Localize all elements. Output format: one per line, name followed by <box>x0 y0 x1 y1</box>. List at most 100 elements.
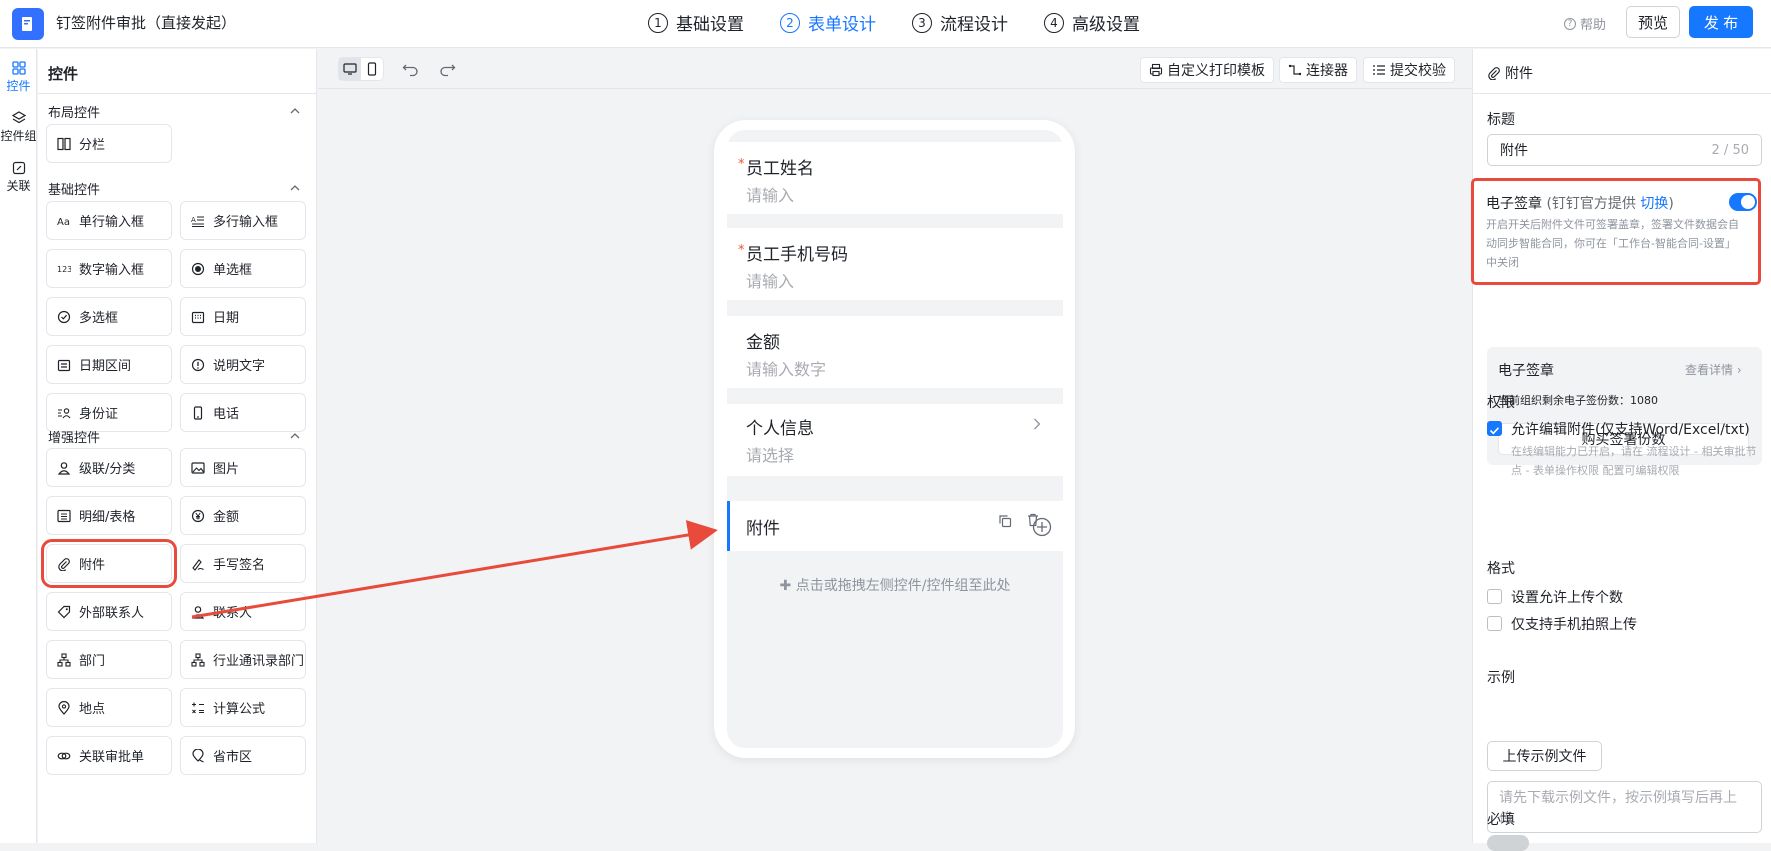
chevron-up-icon[interactable] <box>290 183 300 193</box>
app-icon <box>12 8 44 40</box>
control-industry-department[interactable]: 行业通讯录部门 <box>180 640 306 679</box>
control-label: 外部联系人 <box>79 606 145 621</box>
form-field-employee-name[interactable]: * 员工姓名 请输入 <box>727 142 1063 214</box>
copy-icon[interactable] <box>998 514 1012 528</box>
field-placeholder: 请选择 <box>746 446 795 465</box>
id-card-icon <box>58 407 71 418</box>
rail-label: 控件 <box>6 79 31 93</box>
title-input[interactable]: 附件 2 / 50 <box>1487 134 1762 166</box>
step-form-design[interactable]: 2 表单设计 <box>780 10 876 35</box>
properties-header: 附件 <box>1487 63 1533 83</box>
signature-icon <box>192 558 204 571</box>
control-date[interactable]: 日期 <box>180 297 306 336</box>
paperclip-icon <box>58 557 70 571</box>
control-single-line-input[interactable]: Aa 单行输入框 <box>46 201 172 240</box>
control-checkbox[interactable]: 多选框 <box>46 297 172 336</box>
control-handwritten-signature[interactable]: 手写签名 <box>180 544 306 583</box>
step-number: 1 <box>648 12 668 33</box>
mobile-view-toggle[interactable] <box>361 58 383 80</box>
desktop-view-toggle[interactable] <box>339 58 361 80</box>
control-related-approval[interactable]: 关联审批单 <box>46 736 172 775</box>
control-label: 日期区间 <box>79 359 132 374</box>
publish-button[interactable]: 发 布 <box>1689 6 1753 38</box>
esign-toggle[interactable] <box>1729 193 1757 211</box>
field-label: 员工手机号码 <box>746 245 848 265</box>
left-rail: 控件 控件组 关联 <box>0 49 37 843</box>
calendar-icon <box>191 311 205 323</box>
esign-switch-link[interactable]: 切换 <box>1640 196 1668 212</box>
control-formula[interactable]: 计算公式 <box>180 688 306 727</box>
step-flow-design[interactable]: 3 流程设计 <box>912 10 1008 35</box>
upload-count-label: 设置允许上传个数 <box>1511 590 1623 606</box>
control-description-text[interactable]: 说明文字 <box>180 345 306 384</box>
allow-edit-checkbox[interactable] <box>1487 421 1502 436</box>
table-icon <box>57 509 71 522</box>
preview-button[interactable]: 预览 <box>1626 6 1680 38</box>
info-icon <box>191 358 205 371</box>
control-contact[interactable]: 联系人 <box>180 592 306 631</box>
rail-item-control-groups[interactable]: 控件组 <box>0 111 37 144</box>
control-phone[interactable]: 电话 <box>180 393 306 432</box>
device-toggle <box>338 57 384 81</box>
section-enhanced: 增强控件 <box>48 431 101 446</box>
undo-icon[interactable] <box>402 61 420 77</box>
view-details-label: 查看详情 <box>1685 363 1734 377</box>
upload-count-checkbox[interactable] <box>1487 589 1502 604</box>
rail-item-controls[interactable]: 控件 <box>0 61 37 94</box>
connector-icon <box>1288 64 1302 76</box>
form-field-personal-info[interactable]: 个人信息 请选择 <box>727 404 1063 476</box>
control-external-contact[interactable]: 外部联系人 <box>46 592 172 631</box>
control-detail-table[interactable]: 明细/表格 <box>46 496 172 535</box>
control-department[interactable]: 部门 <box>46 640 172 679</box>
control-number-input[interactable]: 123 数字输入框 <box>46 249 172 288</box>
control-image[interactable]: 图片 <box>180 448 306 487</box>
control-attachment[interactable]: 附件 <box>41 539 177 588</box>
phone-icon <box>367 62 377 76</box>
redo-icon[interactable] <box>438 61 456 77</box>
help-link[interactable]: ? 帮助 <box>1564 14 1606 33</box>
divider <box>38 93 317 94</box>
required-toggle[interactable] <box>1487 835 1529 851</box>
section-layout: 布局控件 <box>48 106 101 121</box>
form-field-attachment[interactable]: 附件 <box>727 501 1063 551</box>
rail-item-relations[interactable]: 关联 <box>0 161 37 194</box>
title-input-value: 附件 <box>1500 143 1528 159</box>
control-date-range[interactable]: 日期区间 <box>46 345 172 384</box>
control-province-city[interactable]: 省市区 <box>180 736 306 775</box>
control-columns[interactable]: 分栏 <box>46 124 172 163</box>
chevron-up-icon[interactable] <box>290 431 300 441</box>
form-field-amount[interactable]: 金额 请输入数字 <box>727 316 1063 388</box>
sample-textarea[interactable]: 请先下载示例文件，按示例填写后再上传 <box>1487 781 1762 833</box>
field-placeholder: 请输入 <box>746 186 795 205</box>
control-label: 关联审批单 <box>79 750 145 765</box>
checklist-icon <box>1373 65 1385 75</box>
title-label: 标题 <box>1487 112 1515 128</box>
connector-button[interactable]: 连接器 <box>1279 57 1357 83</box>
required-mark: * <box>738 243 745 258</box>
control-amount[interactable]: 金额 <box>180 496 306 535</box>
esign-label: 电子签章 <box>1486 196 1542 212</box>
chevron-up-icon[interactable] <box>290 106 300 116</box>
top-bar: 钉签附件审批（直接发起） 1 基础设置 2 表单设计 3 流程设计 4 高级设置 ? 帮助… <box>0 0 1771 48</box>
control-location[interactable]: 地点 <box>46 688 172 727</box>
form-field-employee-phone[interactable]: * 员工手机号码 请输入 <box>727 228 1063 300</box>
step-basic-settings[interactable]: 1 基础设置 <box>648 10 744 35</box>
control-label: 分栏 <box>79 138 106 153</box>
title-char-count: 2 / 50 <box>1711 142 1749 158</box>
radio-icon <box>191 262 205 275</box>
submit-validation-button[interactable]: 提交校验 <box>1363 57 1455 83</box>
step-advanced-settings[interactable]: 4 高级设置 <box>1044 10 1140 35</box>
control-label: 地点 <box>79 702 106 717</box>
control-label: 省市区 <box>213 750 253 765</box>
add-control-hint[interactable]: ✚ 点击或拖拽左侧控件/控件组至此处 <box>727 575 1063 595</box>
control-label: 联系人 <box>213 606 253 621</box>
allow-edit-hint: 在线编辑能力已开启，请在 流程设计 - 相关审批节点 - 表单操作权限 配置可编… <box>1511 445 1757 477</box>
camera-only-checkbox[interactable] <box>1487 616 1502 631</box>
canvas-toolbar: 自定义打印模板 连接器 提交校验 <box>318 49 1472 89</box>
upload-sample-button[interactable]: 上传示例文件 <box>1487 741 1602 771</box>
control-cascade[interactable]: 级联/分类 <box>46 448 172 487</box>
view-details-link[interactable]: 查看详情 › <box>1685 361 1742 378</box>
control-radio[interactable]: 单选框 <box>180 249 306 288</box>
control-multi-line-input[interactable]: A 多行输入框 <box>180 201 306 240</box>
custom-print-template-button[interactable]: 自定义打印模板 <box>1140 57 1274 83</box>
